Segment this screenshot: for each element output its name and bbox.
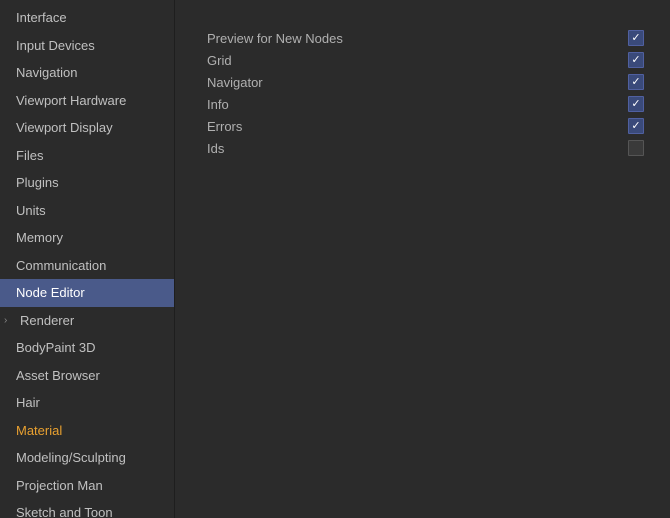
main-content: Preview for New Nodes✓Grid✓Navigator✓Inf… xyxy=(175,0,670,518)
chevron-right-icon: › xyxy=(4,313,16,328)
checkmark-icon: ✓ xyxy=(631,121,640,132)
sidebar-item-label: Interface xyxy=(16,8,67,28)
sidebar-item-communication[interactable]: Communication xyxy=(0,252,174,280)
sidebar-item-bodypaint-3d[interactable]: BodyPaint 3D xyxy=(0,334,174,362)
sidebar-item-interface[interactable]: Interface xyxy=(0,4,174,32)
sidebar-item-node-editor[interactable]: Node Editor xyxy=(0,279,174,307)
sidebar-item-units[interactable]: Units xyxy=(0,197,174,225)
checkbox-info[interactable]: ✓ xyxy=(628,96,644,112)
sidebar-item-label: BodyPaint 3D xyxy=(16,338,96,358)
option-row-info: Info ✓ xyxy=(195,96,650,112)
option-row-ids: Ids xyxy=(195,140,650,156)
checkmark-icon: ✓ xyxy=(631,77,640,88)
checkmark-icon: ✓ xyxy=(631,99,640,110)
sidebar-item-label: Modeling/Sculpting xyxy=(16,448,126,468)
sidebar-item-label: Viewport Display xyxy=(16,118,113,138)
sidebar-item-label: Files xyxy=(16,146,43,166)
option-row-navigator: Navigator ✓ xyxy=(195,74,650,90)
checkbox-grid[interactable]: ✓ xyxy=(628,52,644,68)
sidebar-item-plugins[interactable]: Plugins xyxy=(0,169,174,197)
sidebar-item-label: Communication xyxy=(16,256,106,276)
checkbox-navigator[interactable]: ✓ xyxy=(628,74,644,90)
sidebar-item-navigation[interactable]: Navigation xyxy=(0,59,174,87)
option-label-preview-for-new-nodes: Preview for New Nodes xyxy=(207,31,622,46)
checkbox-wrapper-navigator: ✓ xyxy=(622,74,650,90)
checkbox-errors[interactable]: ✓ xyxy=(628,118,644,134)
sidebar-item-label: Node Editor xyxy=(16,283,85,303)
option-label-grid: Grid xyxy=(207,53,622,68)
checkbox-preview-for-new-nodes[interactable]: ✓ xyxy=(628,30,644,46)
sidebar-item-label: Sketch and Toon xyxy=(16,503,113,518)
sidebar-item-label: Projection Man xyxy=(16,476,103,496)
sidebar-item-projection-man[interactable]: Projection Man xyxy=(0,472,174,500)
option-row-errors: Errors ✓ xyxy=(195,118,650,134)
option-label-ids: Ids xyxy=(207,141,622,156)
checkmark-icon: ✓ xyxy=(631,33,640,44)
checkbox-wrapper-preview-for-new-nodes: ✓ xyxy=(622,30,650,46)
checkmark-icon: ✓ xyxy=(631,55,640,66)
sidebar: Interface Input Devices Navigation Viewport… xyxy=(0,0,175,518)
sidebar-item-viewport-hardware[interactable]: Viewport Hardware xyxy=(0,87,174,115)
sidebar-item-sketch-and-toon[interactable]: Sketch and Toon xyxy=(0,499,174,518)
sidebar-item-input-devices[interactable]: Input Devices xyxy=(0,32,174,60)
sidebar-item-modeling-sculpting[interactable]: Modeling/Sculpting xyxy=(0,444,174,472)
sidebar-item-label: Input Devices xyxy=(16,36,95,56)
sidebar-item-label: Renderer xyxy=(20,311,74,331)
sidebar-item-label: Navigation xyxy=(16,63,77,83)
sidebar-item-label: Viewport Hardware xyxy=(16,91,126,111)
sidebar-item-label: Hair xyxy=(16,393,40,413)
option-label-navigator: Navigator xyxy=(207,75,622,90)
sidebar-item-files[interactable]: Files xyxy=(0,142,174,170)
sidebar-item-viewport-display[interactable]: Viewport Display xyxy=(0,114,174,142)
sidebar-item-asset-browser[interactable]: Asset Browser xyxy=(0,362,174,390)
option-row-preview-for-new-nodes: Preview for New Nodes ✓ xyxy=(195,30,650,46)
sidebar-item-material[interactable]: Material xyxy=(0,417,174,445)
checkbox-wrapper-grid: ✓ xyxy=(622,52,650,68)
option-label-info: Info xyxy=(207,97,622,112)
sidebar-item-memory[interactable]: Memory xyxy=(0,224,174,252)
sidebar-item-label: Plugins xyxy=(16,173,59,193)
sidebar-item-renderer[interactable]: › Renderer xyxy=(0,307,174,335)
checkbox-wrapper-info: ✓ xyxy=(622,96,650,112)
options-list: Preview for New Nodes✓Grid✓Navigator✓Inf… xyxy=(195,30,650,156)
sidebar-item-label: Asset Browser xyxy=(16,366,100,386)
sidebar-item-label: Units xyxy=(16,201,46,221)
checkbox-wrapper-errors: ✓ xyxy=(622,118,650,134)
option-row-grid: Grid ✓ xyxy=(195,52,650,68)
checkbox-ids[interactable] xyxy=(628,140,644,156)
sidebar-item-hair[interactable]: Hair xyxy=(0,389,174,417)
sidebar-item-label: Material xyxy=(16,421,62,441)
option-label-errors: Errors xyxy=(207,119,622,134)
sidebar-item-label: Memory xyxy=(16,228,63,248)
checkbox-wrapper-ids xyxy=(622,140,650,156)
